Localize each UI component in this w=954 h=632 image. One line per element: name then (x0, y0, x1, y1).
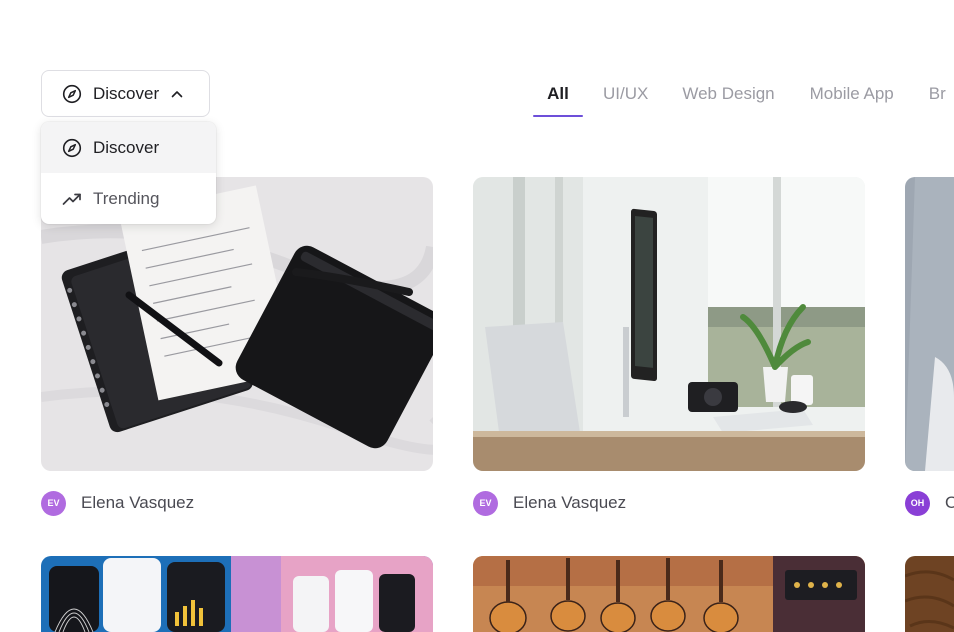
menu-item-label: Trending (93, 188, 160, 208)
discover-filter-dropdown[interactable]: Discover (41, 70, 210, 117)
tab-all[interactable]: All (533, 70, 583, 117)
menu-item-label: Discover (93, 137, 160, 157)
card-author[interactable]: EV Elena Vasquez (41, 490, 194, 516)
shot-thumbnail-portrait[interactable] (905, 177, 954, 471)
tab-ui-ux[interactable]: UI/UX (603, 70, 648, 117)
dropdown-selected-label: Discover (93, 83, 160, 103)
category-tabs: All UI/UX Web Design Mobile App Br (533, 70, 946, 117)
tab-mobile-app[interactable]: Mobile App (810, 70, 894, 117)
chevron-up-icon (170, 87, 184, 101)
shot-thumbnail-wood[interactable] (905, 556, 954, 632)
menu-item-trending[interactable]: Trending (41, 173, 216, 224)
shot-thumbnail-guitars[interactable] (473, 556, 865, 632)
shot-thumbnail-finance-app[interactable] (41, 556, 433, 632)
card-author[interactable]: EV Elena Vasquez (473, 490, 626, 516)
compass-icon (62, 138, 82, 158)
tab-web-design[interactable]: Web Design (682, 70, 774, 117)
compass-icon (62, 84, 82, 104)
avatar: EV (473, 490, 498, 516)
trending-up-icon (62, 189, 82, 209)
author-name: Elena Vasquez (513, 493, 627, 512)
filter-dropdown-menu: Discover Trending (41, 122, 216, 224)
avatar: OH (905, 490, 930, 516)
tab-branding[interactable]: Br (929, 70, 946, 117)
author-name: Elena Vasquez (81, 493, 195, 512)
card-author[interactable]: OH O (905, 490, 954, 516)
author-name: O (945, 493, 954, 512)
avatar: EV (41, 490, 66, 516)
menu-item-discover[interactable]: Discover (41, 122, 216, 173)
shot-thumbnail-desk[interactable] (473, 177, 865, 471)
